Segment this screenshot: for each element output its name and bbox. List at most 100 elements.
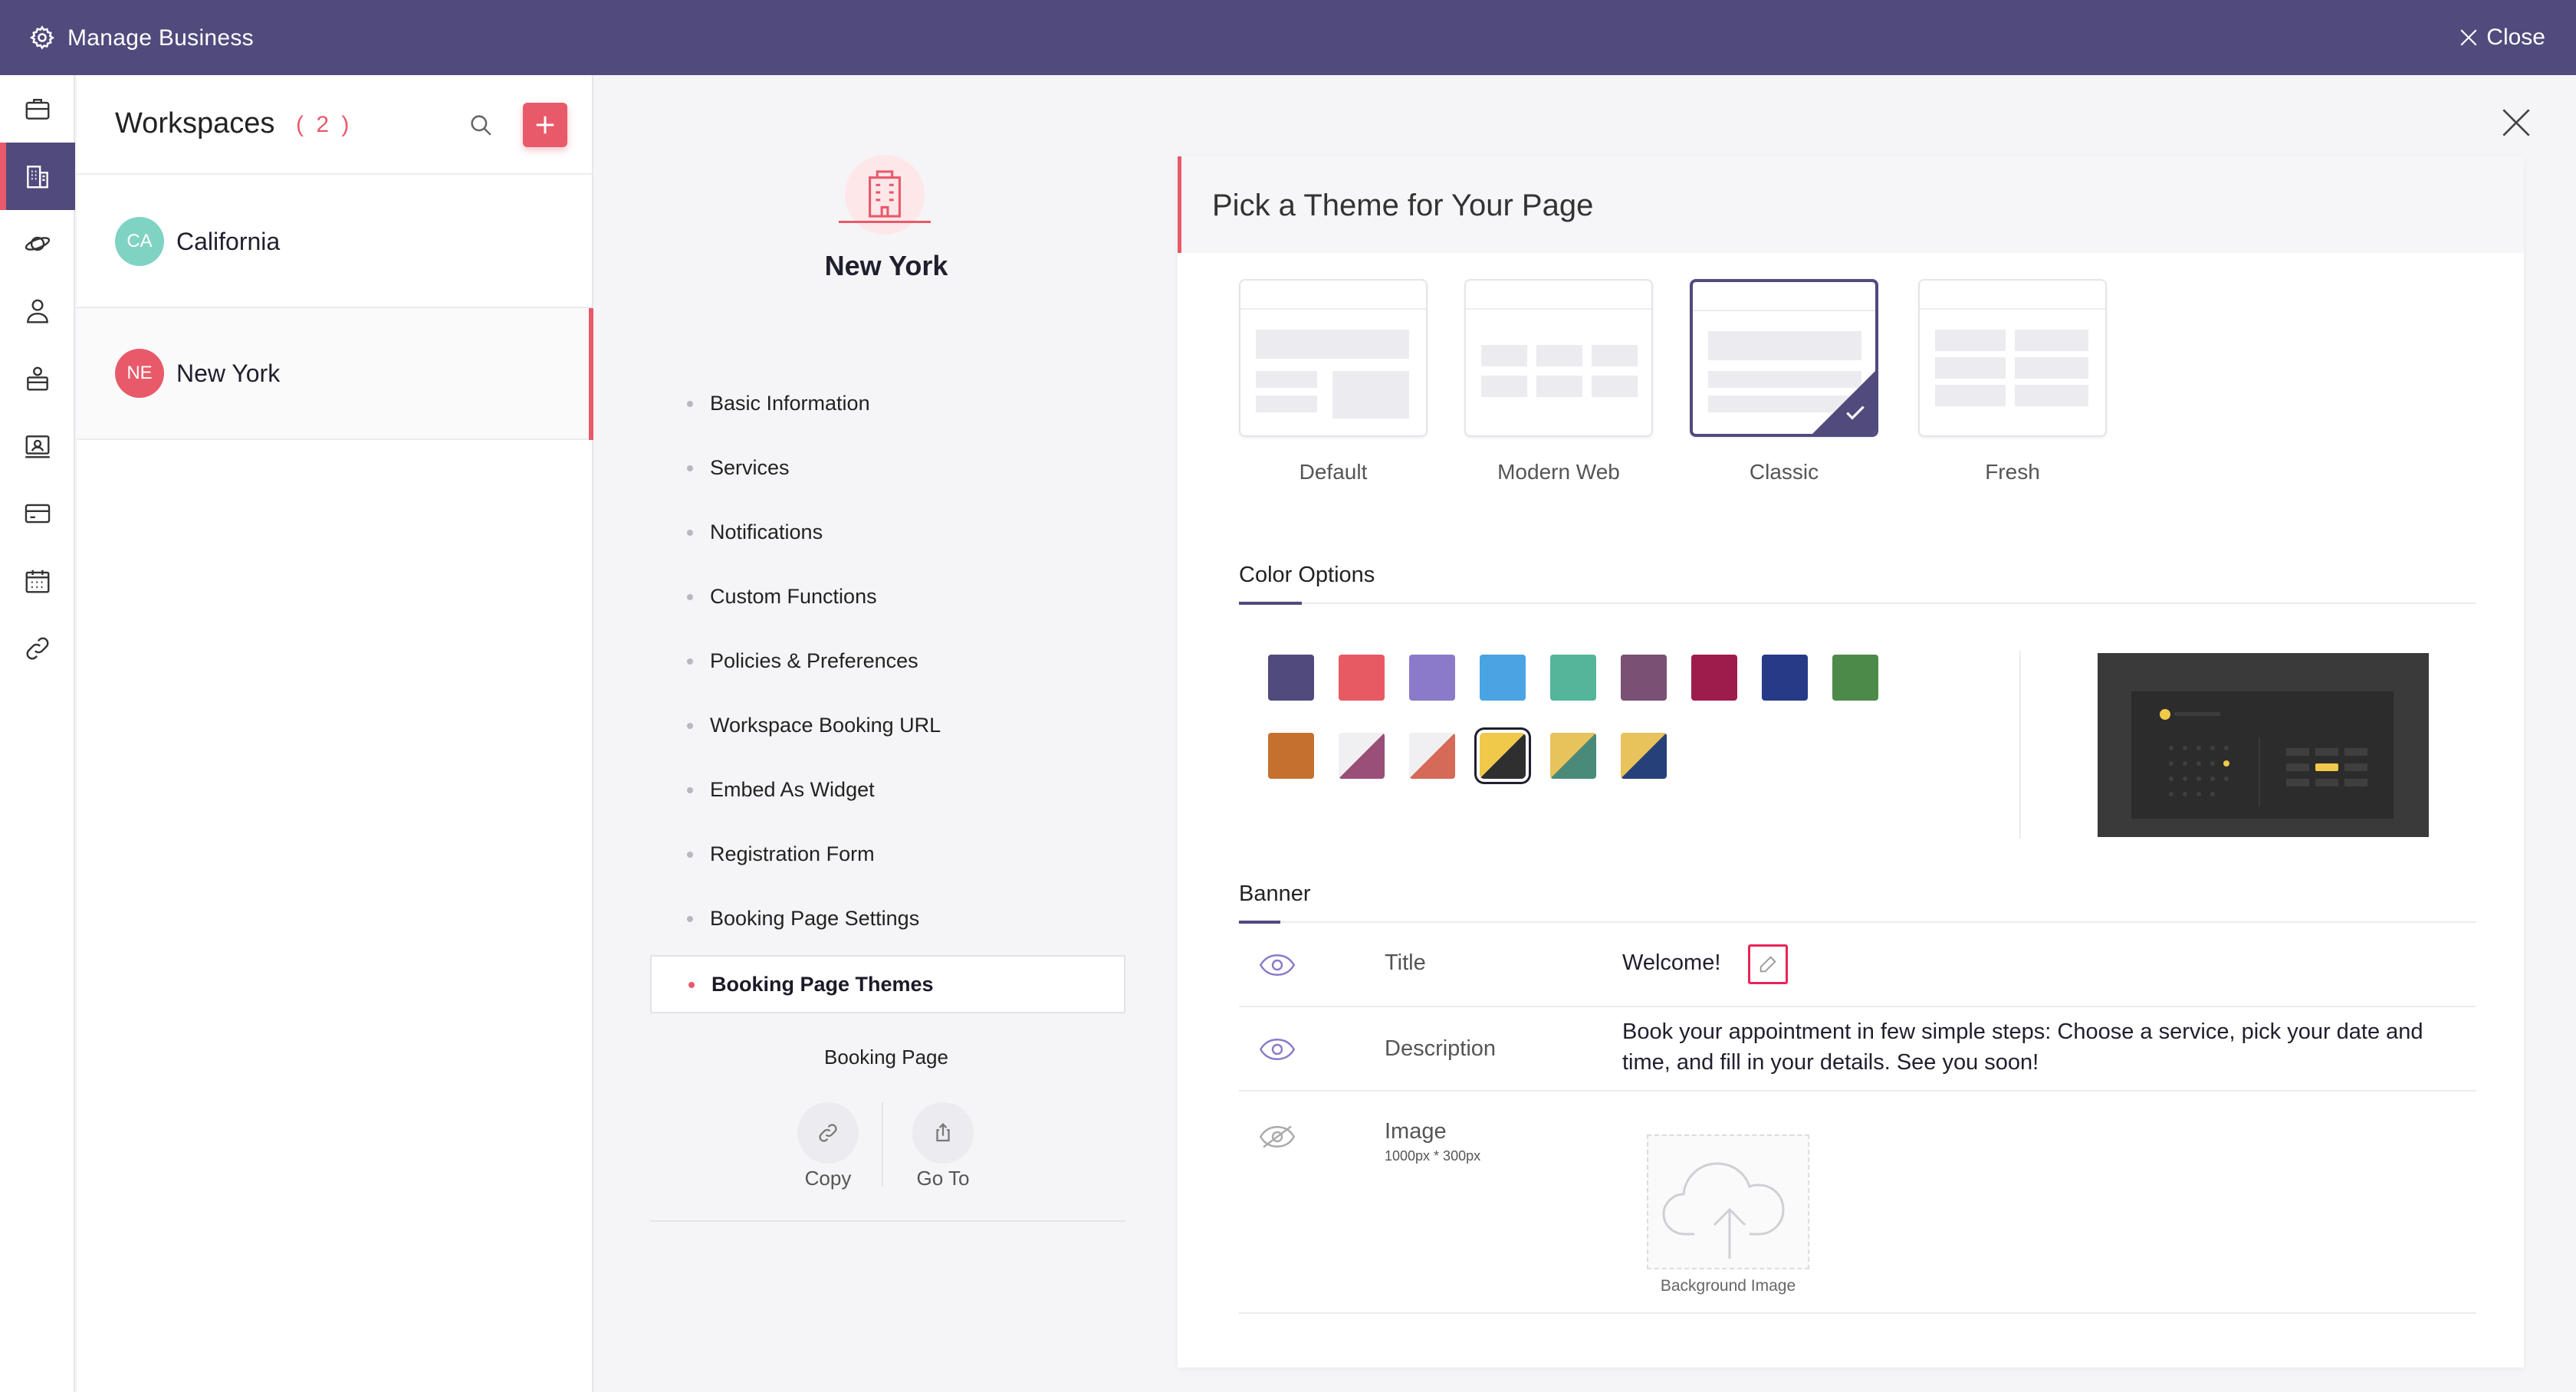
color-options-title: Color Options	[1239, 563, 1375, 587]
app-title: Manage Business	[67, 25, 254, 51]
rail-item-services[interactable]	[0, 345, 75, 412]
theme-panel-header: Pick a Theme for Your Page	[1178, 156, 2524, 253]
share-icon	[936, 1123, 950, 1142]
banner-title: Banner	[1239, 881, 1311, 906]
color-swatch[interactable]	[1268, 655, 1314, 701]
section-accent	[1239, 602, 1302, 605]
link-icon	[819, 1124, 837, 1142]
copy-label: Copy	[804, 1167, 852, 1190]
cloud-upload-icon	[1662, 1162, 1785, 1259]
color-swatch[interactable]	[1409, 655, 1455, 701]
divider	[1239, 602, 2476, 604]
menu-item-booking-page-themes[interactable]: Booking Page Themes	[650, 955, 1125, 1013]
menu-item-workspace-booking-url[interactable]: Workspace Booking URL	[650, 693, 1125, 757]
theme-preview	[2098, 653, 2429, 837]
building-icon	[27, 166, 48, 189]
go-to-label: Go To	[916, 1167, 970, 1190]
planet-icon	[25, 236, 51, 251]
rail-item-staff[interactable]	[0, 277, 75, 345]
booking-page-label: Booking Page	[824, 1046, 948, 1069]
menu-item-services[interactable]: Services	[650, 435, 1125, 500]
theme-label: Modern Web	[1497, 460, 1620, 484]
rail-item-business[interactable]	[0, 75, 75, 143]
color-swatch[interactable]	[1550, 655, 1596, 701]
theme-label: Default	[1299, 460, 1368, 484]
menu-item-custom-functions[interactable]: Custom Functions	[650, 564, 1125, 629]
color-swatch[interactable]	[1339, 655, 1385, 701]
banner-row-image: Image 1000px * 300px	[1239, 1092, 2476, 1314]
copy-link-button[interactable]	[797, 1102, 859, 1164]
workspace-name: California	[176, 227, 281, 255]
divider	[650, 1220, 1125, 1222]
menu-item-policies-preferences[interactable]: Policies & Preferences	[650, 629, 1125, 693]
color-swatch[interactable]	[1409, 733, 1455, 779]
workspace-detail: New York Basic Information Services Noti…	[595, 75, 1178, 1392]
check-icon	[1846, 405, 1865, 420]
theme-card-classic[interactable]: Classic	[1690, 279, 1878, 484]
top-bar: Manage Business Close	[0, 0, 2576, 75]
menu-item-embed-as-widget[interactable]: Embed As Widget	[650, 757, 1125, 822]
color-swatch[interactable]	[1550, 733, 1596, 779]
menu-item-registration-form[interactable]: Registration Form	[650, 822, 1125, 886]
image-size-hint: 1000px * 300px	[1385, 1148, 1481, 1164]
rail-item-resources[interactable]	[0, 210, 75, 277]
building-icon	[869, 170, 901, 218]
rail-item-payments[interactable]	[0, 480, 75, 547]
color-swatch[interactable]	[1621, 655, 1667, 701]
color-swatch[interactable]	[1480, 655, 1526, 701]
workspaces-panel: Workspaces ( 2 ) CA California NE New Yo…	[77, 75, 593, 1392]
theme-thumbnail	[1690, 279, 1878, 437]
color-swatch[interactable]	[1762, 655, 1808, 701]
banner-row-description: Description Book your appointment in few…	[1239, 1007, 2476, 1092]
eye-icon[interactable]	[1259, 954, 1296, 977]
color-swatch-selected[interactable]	[1480, 733, 1526, 779]
eye-off-icon[interactable]	[1259, 1125, 1296, 1148]
theme-card-fresh[interactable]: Fresh	[1918, 279, 2107, 484]
edit-title-button[interactable]	[1748, 944, 1788, 984]
avatar: NE	[115, 349, 164, 398]
close-icon	[2460, 29, 2477, 46]
theme-thumbnail	[1239, 279, 1428, 437]
upload-caption: Background Image	[1660, 1277, 1796, 1295]
menu-item-booking-page-settings[interactable]: Booking Page Settings	[650, 886, 1125, 950]
theme-panel: Pick a Theme for Your Page Default Moder…	[1178, 156, 2524, 1367]
pencil-icon	[1760, 956, 1776, 973]
theme-card-default[interactable]: Default	[1239, 279, 1428, 484]
go-to-button[interactable]	[912, 1102, 974, 1164]
briefcase-icon	[25, 98, 50, 120]
theme-thumbnail	[1464, 279, 1653, 437]
theme-label: Classic	[1749, 460, 1819, 484]
background-image-upload[interactable]	[1647, 1134, 1809, 1269]
rail-item-integrations[interactable]	[0, 615, 75, 682]
workspace-item-new-york[interactable]: NE New York	[77, 308, 593, 440]
search-icon[interactable]	[468, 112, 494, 138]
divider	[882, 1102, 883, 1187]
theme-label: Fresh	[1985, 460, 2040, 484]
rail-item-calendar[interactable]	[0, 547, 75, 615]
rail-item-customers[interactable]	[0, 412, 75, 480]
close-button[interactable]: Close	[2459, 25, 2545, 51]
icon-rail	[0, 75, 75, 1392]
color-swatch[interactable]	[1832, 655, 1878, 701]
rail-item-workspaces[interactable]	[0, 143, 75, 210]
users-icon	[27, 299, 48, 323]
plus-icon	[536, 116, 554, 134]
workspace-item-california[interactable]: CA California	[77, 176, 593, 308]
theme-card-modern-web[interactable]: Modern Web	[1464, 279, 1653, 484]
preview-image	[2131, 691, 2394, 819]
color-swatch[interactable]	[1691, 655, 1737, 701]
eye-icon[interactable]	[1259, 1038, 1296, 1061]
row-label: Description	[1385, 1036, 1497, 1061]
color-swatch[interactable]	[1268, 733, 1314, 779]
menu-item-basic-information[interactable]: Basic Information	[650, 371, 1125, 435]
calendar-icon	[25, 570, 50, 593]
banner-title-value: Welcome!	[1622, 950, 1721, 975]
add-workspace-button[interactable]	[523, 103, 567, 147]
banner-description-value: Book your appointment in few simple step…	[1622, 1019, 2423, 1075]
close-icon[interactable]	[2501, 107, 2532, 138]
color-swatch[interactable]	[1339, 733, 1385, 779]
panel-title: Pick a Theme for Your Page	[1212, 189, 1594, 222]
menu-item-notifications[interactable]: Notifications	[650, 500, 1125, 564]
color-swatch[interactable]	[1621, 733, 1667, 779]
workspaces-header: Workspaces ( 2 )	[77, 75, 593, 175]
